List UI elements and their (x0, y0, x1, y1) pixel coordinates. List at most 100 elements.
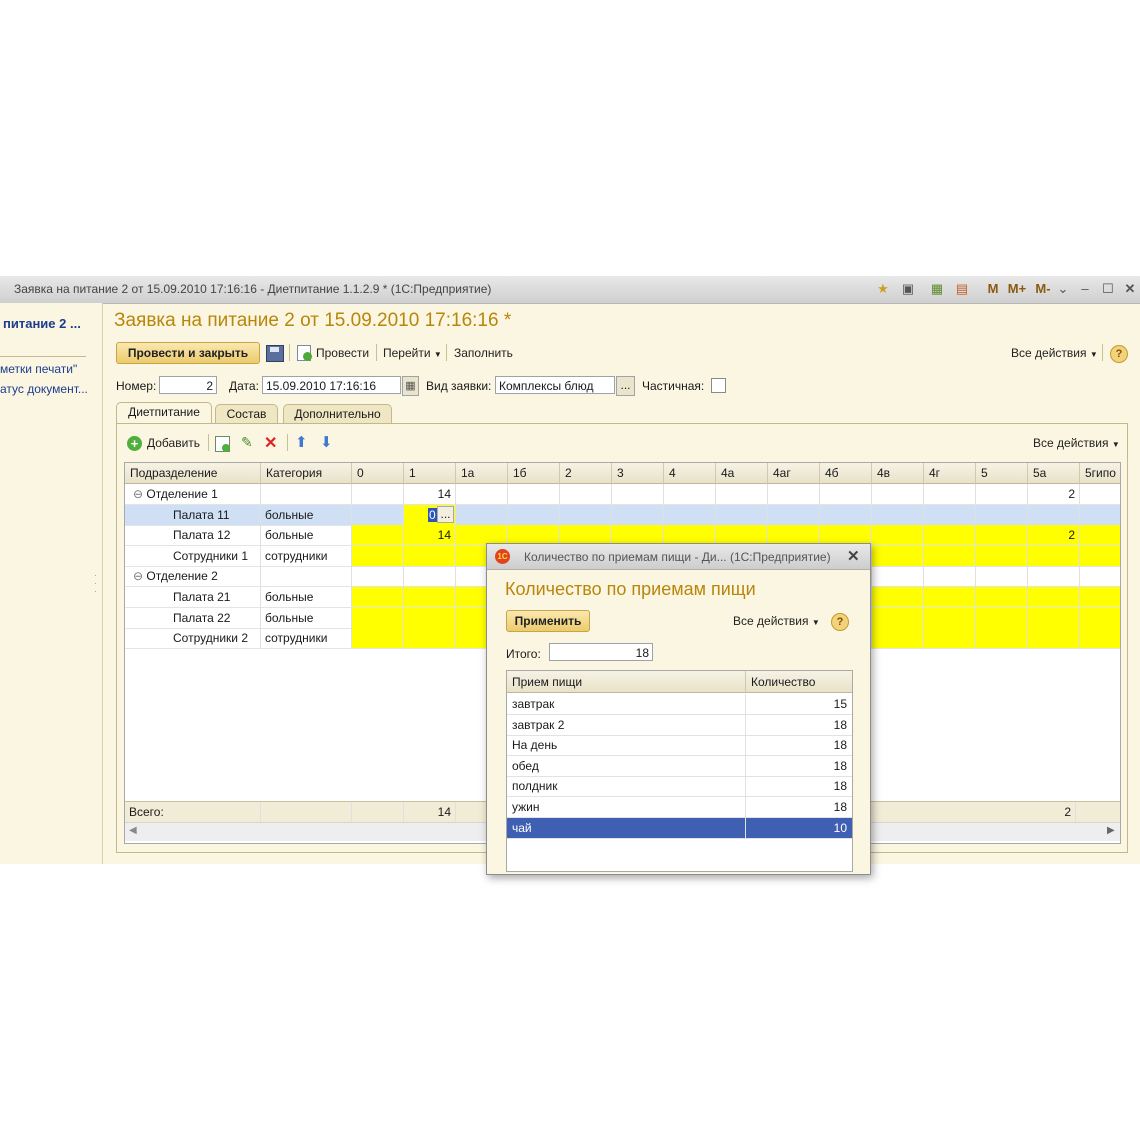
diet-cell[interactable] (976, 545, 1028, 566)
total-field[interactable]: 18 (549, 643, 653, 661)
dialog-all-actions-button[interactable]: Все действия ▼ (733, 614, 820, 628)
diet-cell[interactable] (872, 607, 924, 628)
diet-cell[interactable] (1080, 587, 1120, 607)
diet-cell[interactable] (456, 504, 508, 525)
diet-cell[interactable] (352, 504, 404, 525)
diet-cell[interactable] (716, 504, 768, 525)
calc-icon[interactable]: ▦ (929, 281, 945, 297)
add-row-button[interactable]: Добавить (147, 436, 200, 450)
diet-cell[interactable] (924, 545, 976, 566)
diet-cell[interactable] (976, 607, 1028, 628)
collapse-icon[interactable]: ⊖ (133, 487, 146, 501)
diet-cell[interactable] (1028, 587, 1080, 607)
meal-row[interactable]: На день 18 (507, 735, 852, 757)
help-icon[interactable]: ? (1110, 345, 1128, 363)
column-header[interactable]: 4в (872, 463, 924, 484)
meal-row[interactable]: ужин 18 (507, 797, 852, 818)
diet-cell[interactable] (1080, 484, 1120, 504)
tab-dietpitanie[interactable]: Диетпитание (116, 402, 212, 424)
diet-cell[interactable] (872, 628, 924, 649)
move-up-icon[interactable]: ⬆ (295, 433, 308, 451)
left-panel-title[interactable]: питание 2 ... (3, 316, 81, 331)
meal-quantity[interactable]: 10 (746, 818, 852, 838)
move-down-icon[interactable]: ⬇ (320, 433, 333, 451)
diet-cell[interactable] (924, 566, 976, 587)
cell-editor-value[interactable]: 0 (428, 507, 437, 522)
diet-cell[interactable] (872, 525, 924, 546)
scroll-left-icon[interactable]: ◀ (129, 825, 137, 836)
meal-quantity[interactable]: 18 (746, 715, 852, 735)
diet-cell[interactable] (976, 484, 1028, 504)
diet-cell[interactable] (976, 504, 1028, 525)
m-button[interactable]: M (984, 281, 1002, 297)
diet-cell[interactable] (352, 545, 404, 566)
splitter-handle[interactable]: · · · (94, 571, 97, 601)
minimize-icon[interactable]: – (1078, 281, 1092, 297)
diet-cell[interactable] (924, 525, 976, 546)
diet-cell[interactable] (1080, 505, 1120, 525)
diet-cell[interactable] (612, 504, 664, 525)
diet-cell[interactable] (456, 484, 508, 504)
diet-cell[interactable] (716, 484, 768, 504)
diet-cell[interactable]: 0... (404, 504, 456, 525)
diet-cell[interactable]: 2 (1028, 525, 1080, 546)
meal-quantity[interactable]: 18 (746, 756, 852, 776)
diet-cell[interactable] (1028, 545, 1080, 566)
meal-table[interactable]: Прием пищи Количество завтрак 15 завтрак 2… (506, 670, 853, 872)
diet-cell[interactable] (404, 607, 456, 628)
diet-cell[interactable] (872, 484, 924, 504)
diet-cell[interactable] (352, 587, 404, 607)
meal-quantity[interactable]: 18 (746, 735, 852, 755)
close-icon[interactable]: ✕ (847, 547, 860, 565)
left-link-doc-status[interactable]: атус документ... (0, 382, 88, 396)
meal-row[interactable]: полдник 18 (507, 776, 852, 798)
diet-cell[interactable] (352, 566, 404, 587)
meal-row[interactable]: завтрак 2 18 (507, 714, 852, 736)
diet-cell[interactable] (1028, 628, 1080, 649)
column-header[interactable]: Категория (261, 463, 352, 484)
diet-cell[interactable] (508, 504, 560, 525)
scroll-right-icon[interactable]: ▶ (1107, 825, 1115, 836)
diet-cell[interactable] (352, 628, 404, 649)
collapse-icon[interactable]: ⊖ (133, 569, 146, 583)
diet-cell[interactable] (820, 484, 872, 504)
table-row[interactable]: ⊖ Отделение 1 14 2 (125, 484, 1120, 505)
diet-cell[interactable] (924, 607, 976, 628)
diet-cell[interactable] (560, 484, 612, 504)
diet-cell[interactable] (976, 525, 1028, 546)
chevron-down-icon[interactable]: ⌄ (1056, 281, 1070, 297)
help-icon[interactable]: ? (831, 613, 849, 631)
calendar-icon[interactable]: ▤ (954, 281, 970, 297)
diet-cell[interactable] (924, 504, 976, 525)
partial-checkbox[interactable] (711, 378, 726, 393)
diet-cell[interactable] (612, 484, 664, 504)
column-header[interactable]: 1б (508, 463, 560, 484)
diet-cell[interactable] (404, 545, 456, 566)
add-icon[interactable]: + (127, 436, 142, 451)
diet-cell[interactable]: 2 (1028, 484, 1080, 504)
diet-cell[interactable] (1028, 504, 1080, 525)
diet-cell[interactable] (872, 504, 924, 525)
all-actions-button[interactable]: Все действия ▼ (1011, 346, 1098, 360)
select-kind-button[interactable]: ... (616, 376, 635, 396)
post-icon[interactable] (297, 345, 312, 361)
diet-cell[interactable] (976, 566, 1028, 587)
cell-select-button[interactable]: ... (437, 505, 454, 523)
diet-cell[interactable] (1080, 628, 1120, 649)
m-plus-button[interactable]: M+ (1006, 281, 1028, 297)
diet-cell[interactable] (352, 484, 404, 504)
diet-cell[interactable]: 14 (404, 525, 456, 546)
column-header[interactable]: 5 (976, 463, 1028, 484)
diet-cell[interactable] (872, 587, 924, 607)
save-icon[interactable] (266, 345, 284, 362)
diet-cell[interactable] (976, 628, 1028, 649)
number-field[interactable]: 2 (159, 376, 217, 394)
doc-icon[interactable]: ▣ (900, 281, 916, 297)
diet-cell[interactable] (1028, 566, 1080, 587)
column-header[interactable]: 4г (924, 463, 976, 484)
table-row[interactable]: Палата 11 больные 0... (125, 504, 1120, 526)
diet-cell[interactable] (924, 484, 976, 504)
calendar-icon[interactable]: ▦ (402, 376, 419, 396)
diet-cell[interactable] (1080, 525, 1120, 546)
tab-additional[interactable]: Дополнительно (283, 404, 392, 424)
